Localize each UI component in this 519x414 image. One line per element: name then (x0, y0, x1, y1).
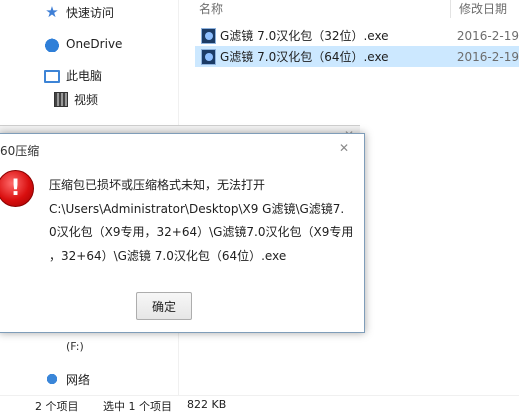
status-bar: 2 个项目 选中 1 个项目 822 KB (0, 395, 519, 413)
nav-item-this-pc[interactable]: 此电脑 (44, 64, 102, 86)
file-name: G滤镜 7.0汉化包（32位）.exe (220, 29, 389, 43)
column-header-modified[interactable]: 修改日期 (459, 0, 507, 18)
exe-file-icon (201, 27, 216, 44)
nav-item-label: 此电脑 (66, 68, 103, 83)
cloud-icon (44, 36, 60, 52)
nav-item-quick-access[interactable]: ★ 快速访问 (44, 1, 114, 23)
message-line: C:\Users\Administrator\Desktop\X9 G滤镜\G滤… (49, 201, 345, 216)
error-dialog: 60压缩 ✕ ! 压缩包已损坏或压缩格式未知，无法打开 C:\Users\Adm… (0, 133, 365, 333)
nav-item-network[interactable]: 网络 (44, 368, 90, 390)
status-item-count: 2 个项目 (35, 400, 79, 413)
message-line: 压缩包已损坏或压缩格式未知，无法打开 (49, 178, 266, 192)
nav-item-label: OneDrive (66, 37, 123, 51)
video-icon (54, 91, 68, 107)
file-name: G滤镜 7.0汉化包（64位）.exe (220, 50, 389, 64)
nav-item-label: 快速访问 (66, 5, 115, 20)
file-date: 2016-2-19 (456, 49, 519, 64)
drive-label[interactable]: (F:) (66, 340, 84, 353)
dialog-title: 60压缩 (0, 144, 40, 158)
nav-item-label: 网络 (66, 372, 91, 387)
error-icon: ! (0, 170, 34, 207)
file-date: 2016-2-19 (456, 28, 519, 43)
status-selected: 选中 1 个项目 (103, 400, 172, 413)
message-line: 0汉化包（X9专用，32+64）\G滤镜7.0汉化包（X9专用 (49, 225, 354, 239)
column-separator[interactable] (450, 0, 451, 18)
nav-item-videos[interactable]: 视频 (54, 88, 98, 110)
nav-item-onedrive[interactable]: OneDrive (44, 33, 122, 55)
column-header-name[interactable]: 名称 (199, 0, 223, 18)
star-icon: ★ (45, 3, 59, 21)
exe-file-icon (201, 48, 216, 65)
pc-icon (44, 69, 60, 83)
network-icon (44, 371, 60, 387)
file-row-selected[interactable]: G滤镜 7.0汉化包（64位）.exe 2016-2-19 (195, 46, 519, 67)
dialog-message: 压缩包已损坏或压缩格式未知，无法打开 C:\Users\Administrato… (49, 174, 359, 268)
close-icon[interactable]: ✕ (335, 140, 353, 156)
message-line: ，32+64）\G滤镜 7.0汉化包（64位）.exe (49, 248, 287, 263)
file-row[interactable]: G滤镜 7.0汉化包（32位）.exe 2016-2-19 (195, 25, 519, 46)
nav-item-label: 视频 (74, 92, 99, 107)
status-size: 822 KB (187, 398, 227, 411)
ok-button[interactable]: 确定 (136, 292, 192, 320)
